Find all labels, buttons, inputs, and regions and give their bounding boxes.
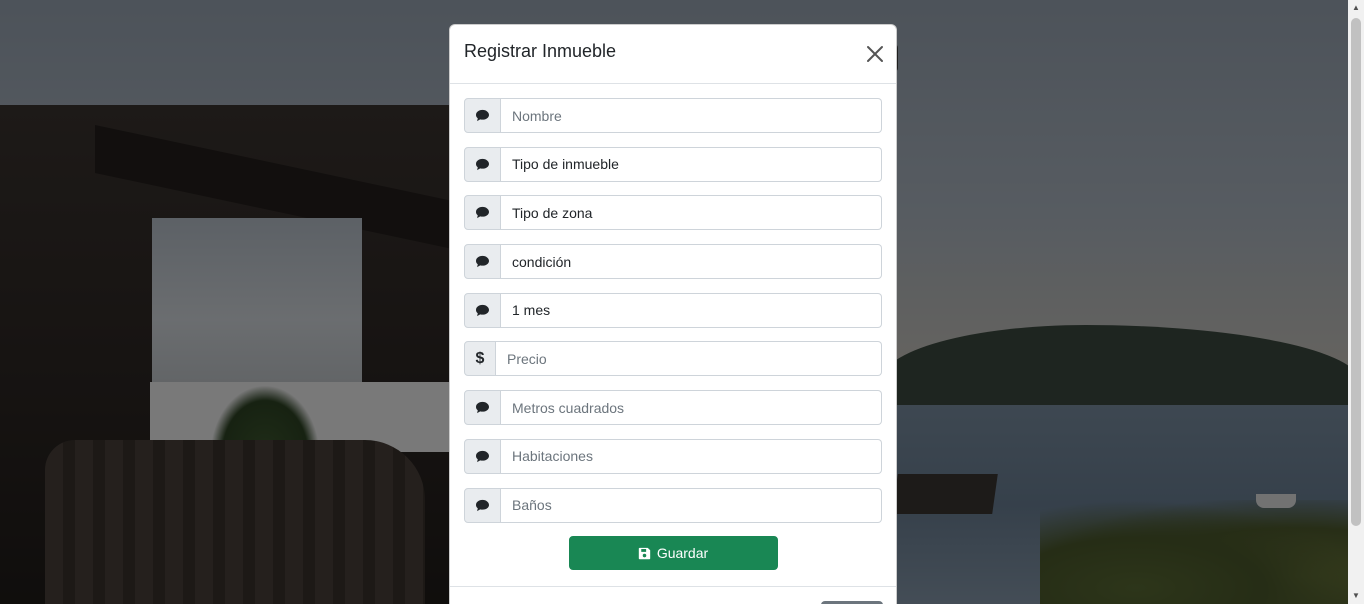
input-group [464, 146, 882, 182]
modal-footer [450, 586, 896, 604]
field-input[interactable] [496, 341, 882, 377]
modal-body: $ Guardar [450, 84, 896, 571]
input-group [464, 292, 882, 328]
form-fields: $ [464, 98, 882, 523]
input-group [464, 98, 882, 133]
scroll-down-arrow-icon[interactable]: ▼ [1348, 588, 1364, 604]
chat-icon [464, 438, 501, 474]
save-row: Guardar [464, 536, 882, 571]
field-input[interactable] [501, 146, 882, 182]
field-input[interactable] [501, 98, 882, 133]
field-input[interactable] [501, 195, 882, 231]
close-button[interactable] [866, 45, 884, 63]
field-input[interactable] [501, 390, 882, 426]
field-input[interactable] [501, 438, 882, 474]
field-input[interactable] [501, 244, 882, 280]
register-property-modal: Registrar Inmueble $ Guardar [449, 24, 897, 604]
chat-icon [464, 244, 501, 280]
save-button-label: Guardar [656, 545, 709, 562]
modal-header: Registrar Inmueble [450, 25, 896, 84]
chat-icon [464, 98, 501, 133]
scroll-thumb[interactable] [1351, 18, 1361, 526]
input-group [464, 438, 882, 474]
field-input[interactable] [501, 487, 882, 523]
input-group: $ [464, 341, 882, 377]
dollar-icon: $ [464, 341, 496, 377]
chat-icon [464, 390, 501, 426]
page-scrollbar[interactable]: ▲ ▼ [1348, 0, 1364, 604]
input-group [464, 244, 882, 280]
chat-icon [464, 487, 501, 523]
input-group [464, 487, 882, 523]
input-group [464, 195, 882, 231]
chat-icon [464, 146, 501, 182]
chat-icon [464, 292, 501, 328]
field-input[interactable] [501, 292, 882, 328]
chat-icon [464, 195, 501, 231]
scroll-up-arrow-icon[interactable]: ▲ [1348, 0, 1364, 16]
save-button[interactable]: Guardar [568, 536, 778, 571]
modal-title: Registrar Inmueble [464, 41, 617, 61]
close-icon [867, 46, 883, 62]
save-icon [638, 547, 650, 559]
input-group [464, 390, 882, 426]
